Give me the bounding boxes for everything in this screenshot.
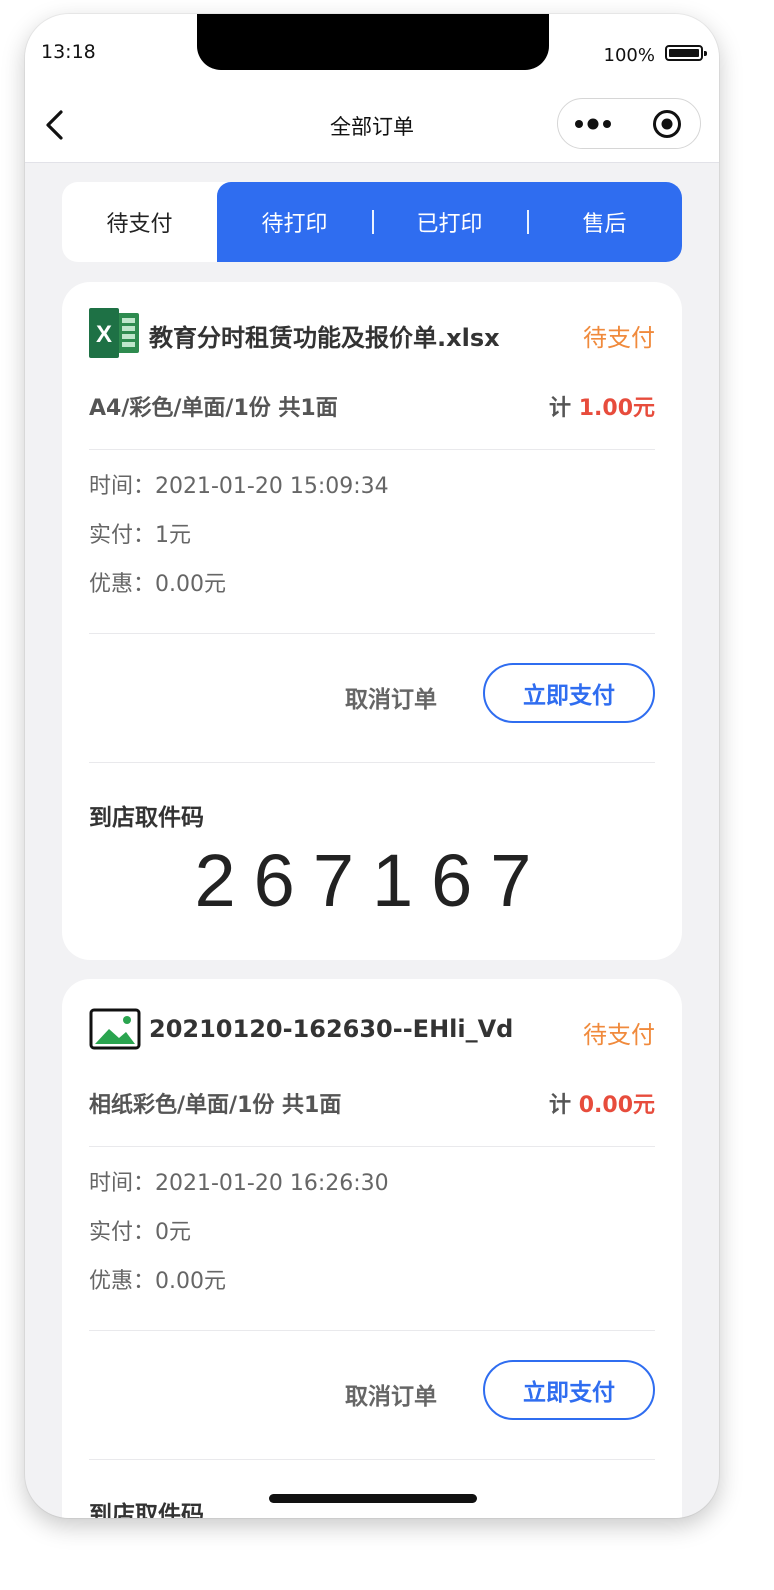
order-time: 时间：2021-01-20 16:26:30	[89, 1171, 389, 1196]
order-time: 时间：2021-01-20 15:09:34	[89, 474, 389, 499]
pay-now-button[interactable]: 立即支付	[483, 1360, 655, 1420]
total-prefix: 计	[549, 1093, 572, 1118]
divider	[89, 633, 655, 634]
pay-now-button[interactable]: 立即支付	[483, 663, 655, 723]
print-spec: 相纸彩色/单面/1份 共1面	[89, 1093, 342, 1118]
total-prefix: 计	[549, 396, 572, 421]
battery-percentage: 100%	[603, 45, 655, 66]
divider	[89, 1459, 655, 1460]
cancel-order-button[interactable]: 取消订单	[345, 1377, 437, 1411]
home-indicator[interactable]	[269, 1494, 477, 1503]
total-amount: 1.00元	[578, 396, 655, 421]
paid-amount: 实付：1元	[89, 523, 191, 548]
navigation-bar: 全部订单	[25, 88, 719, 163]
image-file-icon	[89, 1005, 141, 1055]
order-card: 20210120-162630--EHli_Vd 待支付 相纸彩色/单面/1份 …	[62, 979, 682, 1518]
pickup-code-label: 到店取件码	[89, 805, 204, 831]
tab-after-sales[interactable]: 售后	[527, 182, 682, 262]
order-status: 待支付	[583, 1021, 655, 1049]
pickup-code-label: 到店取件码	[89, 1502, 204, 1518]
order-card: X 教育分时租赁功能及报价单.xlsx 待支付 A4/彩色/单面/1份 共1面 …	[62, 282, 682, 960]
tab-pending-payment[interactable]: 待支付	[62, 182, 217, 262]
tab-printed[interactable]: 已打印	[372, 182, 527, 262]
inactive-tab-group: 待打印 已打印 售后	[217, 182, 682, 262]
battery-icon	[665, 45, 707, 61]
phone-frame: 13:18 100% 全部订单 待支付 待打印 已打印 售后 X 教育分时租赁功…	[25, 14, 719, 1518]
paid-amount: 实付：0元	[89, 1220, 191, 1245]
file-name: 20210120-162630--EHli_Vd	[149, 1015, 514, 1043]
total-amount: 0.00元	[578, 1093, 655, 1118]
status-time: 13:18	[41, 41, 96, 63]
mini-program-capsule	[557, 98, 701, 149]
print-spec: A4/彩色/单面/1份 共1面	[89, 396, 338, 421]
order-total: 计 1.00元	[549, 390, 655, 422]
excel-file-icon: X	[89, 308, 141, 358]
cancel-order-button[interactable]: 取消订单	[345, 680, 437, 714]
divider	[89, 1330, 655, 1331]
order-total: 计 0.00元	[549, 1087, 655, 1119]
file-row: X 教育分时租赁功能及报价单.xlsx 待支付	[89, 308, 655, 360]
svg-text:X: X	[96, 321, 112, 348]
order-status: 待支付	[583, 324, 655, 352]
divider	[89, 1146, 655, 1147]
order-status-tabs: 待支付 待打印 已打印 售后	[62, 182, 682, 262]
device-notch	[197, 14, 549, 70]
discount-amount: 优惠：0.00元	[89, 1269, 226, 1294]
tab-pending-print[interactable]: 待打印	[217, 182, 372, 262]
divider	[89, 762, 655, 763]
file-name: 教育分时租赁功能及报价单.xlsx	[149, 324, 500, 352]
more-icon[interactable]	[574, 111, 614, 137]
close-mini-program-icon[interactable]	[652, 109, 682, 139]
file-row: 20210120-162630--EHli_Vd 待支付	[89, 1005, 655, 1057]
divider	[89, 449, 655, 450]
discount-amount: 优惠：0.00元	[89, 572, 226, 597]
pickup-code: 267167	[194, 839, 550, 922]
